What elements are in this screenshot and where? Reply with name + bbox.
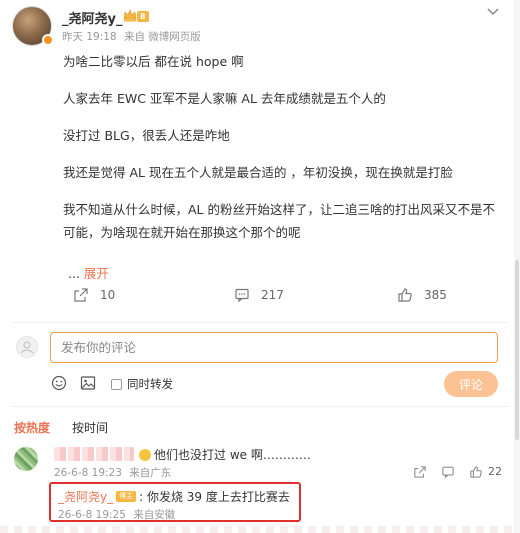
my-avatar [16, 336, 38, 358]
forward-checkbox[interactable]: 同时转发 [111, 376, 173, 392]
tab-sort-hot[interactable]: 按热度 [14, 419, 50, 436]
post-actions: 10 217 385 [0, 288, 520, 312]
post-paragraph: 我不知道从什么时候，AL 的粉丝开始这样了，让二追三啥的打出风采又不是不可能，为… [63, 202, 495, 240]
scrollbar[interactable] [514, 0, 520, 533]
comment-like-count: 22 [488, 465, 502, 478]
like-button[interactable]: 385 [398, 288, 447, 302]
forward-button[interactable]: 10 [74, 288, 115, 302]
comment-time: 26-6-8 19:23 [54, 467, 122, 479]
forward-icon [74, 288, 88, 302]
comment-source: 来自广东 [129, 467, 172, 479]
author-username[interactable]: _尧阿尧y_ [62, 8, 122, 27]
comment-icon[interactable] [442, 466, 454, 478]
post-paragraph: 我还是觉得 AL 现在五个人就是最合适的 ，年初没换，现在换就是打脸 [63, 165, 453, 180]
commenter-username-redacted[interactable] [54, 447, 134, 461]
comment-button[interactable]: 217 [235, 288, 284, 302]
verified-badge-icon [42, 34, 54, 46]
emoji-icon [139, 448, 151, 461]
author-badge: 博主 [116, 491, 137, 502]
expand-link[interactable]: ... 展开 [68, 263, 109, 282]
comment-count: 217 [261, 288, 284, 302]
forward-icon[interactable] [414, 465, 426, 478]
comment-text-row: 他们也没打过 we 啊………… [136, 446, 311, 463]
reply-meta: 26-6-8 19:25 来自安徽 [58, 507, 179, 522]
reply-text: : 你发烧 39 度上去打比赛去 [139, 490, 290, 504]
divider [12, 406, 508, 407]
comment-actions: 22 [398, 465, 502, 478]
thumbs-up-icon [398, 288, 412, 302]
image-icon[interactable] [80, 375, 96, 391]
scrollbar-thumb[interactable] [515, 260, 519, 440]
expand-label[interactable]: 展开 [84, 266, 109, 281]
checkbox-box[interactable] [111, 378, 122, 390]
post-time[interactable]: 昨天 19:18 [62, 31, 117, 43]
tab-sort-time[interactable]: 按时间 [72, 419, 108, 436]
comment-icon [235, 288, 249, 302]
level-badge: 8 [137, 11, 149, 22]
divider [12, 322, 508, 323]
forward-label: 同时转发 [127, 377, 173, 391]
reply-source: 来自安徽 [133, 509, 176, 521]
next-comment-partial [0, 526, 514, 533]
commenter-avatar[interactable] [14, 447, 38, 471]
crown-icon [123, 9, 137, 22]
reply-row: _尧阿尧y_ 博主 : 你发烧 39 度上去打比赛去 [58, 488, 290, 505]
chevron-down-icon[interactable] [486, 6, 500, 18]
forward-count: 10 [100, 288, 116, 302]
post-source: 来自 微博网页版 [123, 31, 201, 43]
reply-time: 26-6-8 19:25 [58, 509, 126, 521]
post-paragraph: 人家去年 EWC 亚军不是人家嘛 AL 去年成绩就是五个人的 [63, 91, 386, 106]
like-count: 385 [424, 288, 447, 302]
post-paragraph: 为啥二比零以后 都在说 hope 啊 [63, 54, 244, 69]
ellipsis: ... [68, 266, 80, 281]
comment-meta: 26-6-8 19:23 来自广东 [54, 465, 175, 480]
reply-username[interactable]: _尧阿尧y_ [58, 488, 113, 505]
post-content: 为啥二比零以后 都在说 hope 啊 人家去年 EWC 亚军不是人家嘛 AL 去… [63, 50, 503, 258]
comment-text: 他们也没打过 we 啊………… [154, 448, 311, 462]
user-icon [20, 341, 34, 354]
emoji-icon[interactable] [51, 375, 67, 391]
submit-comment-button[interactable]: 评论 [444, 371, 498, 397]
thumbs-up-icon[interactable] [470, 465, 482, 478]
post-paragraph: 没打过 BLG，很丢人还是咋地 [63, 128, 230, 143]
comment-input[interactable] [50, 332, 498, 363]
post-meta: 昨天 19:18 来自 微博网页版 [62, 29, 205, 44]
